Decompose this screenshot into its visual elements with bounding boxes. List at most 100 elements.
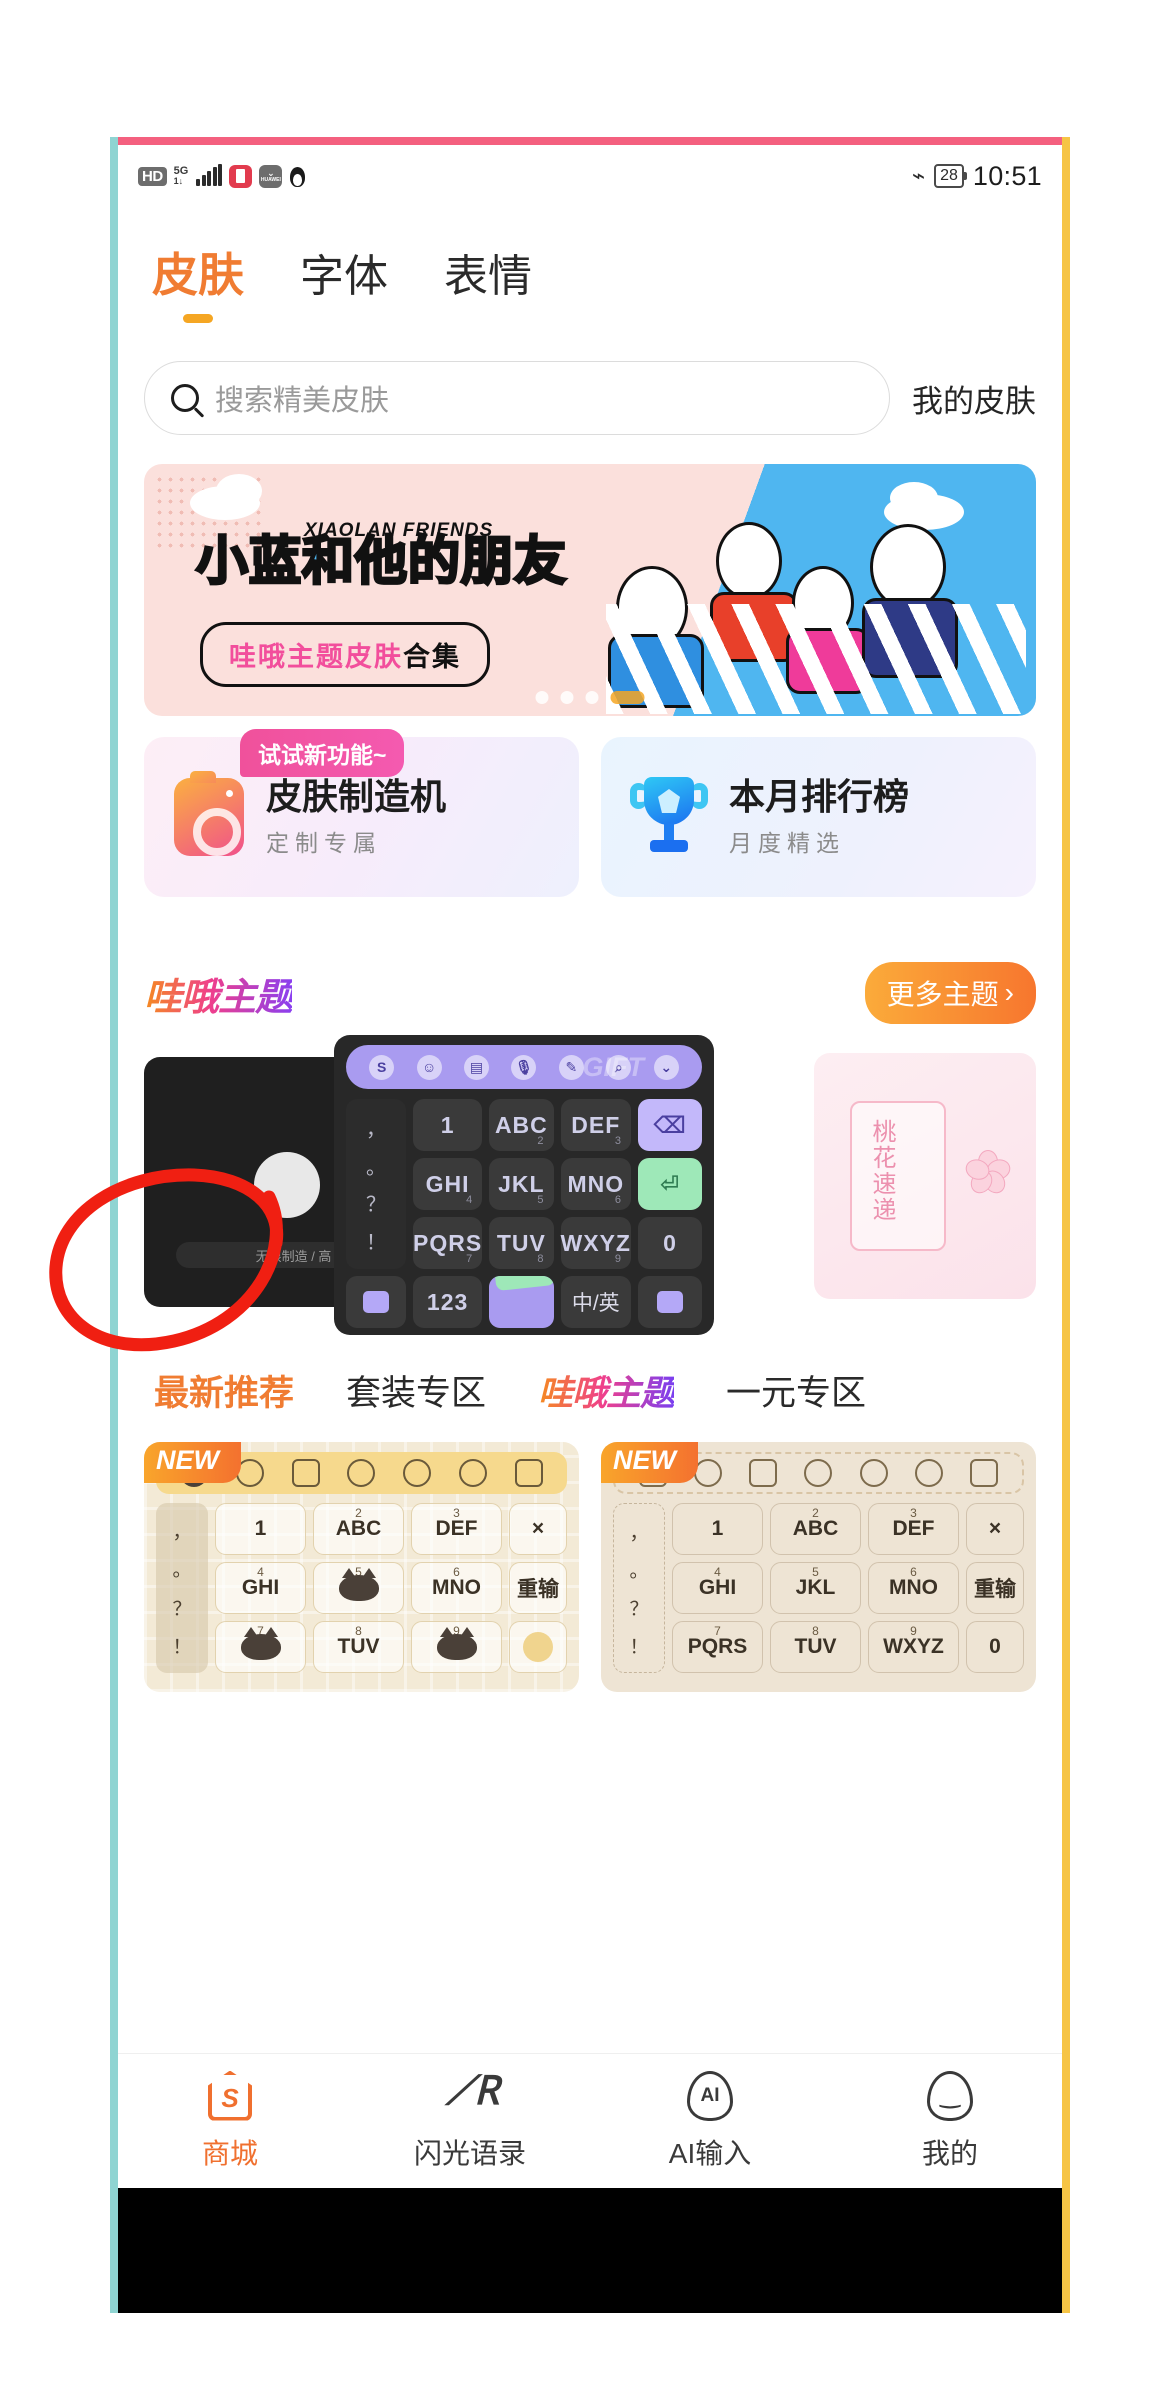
enter-icon[interactable]: ⏎ <box>638 1158 702 1210</box>
pen-icon[interactable]: ✎ <box>558 1054 584 1080</box>
key-abc: 2 ABC <box>313 1503 404 1555</box>
key-wxyz: 9 <box>411 1621 502 1673</box>
pen-icon <box>403 1459 432 1487</box>
punctuation-column: ，。 ？！ <box>156 1503 208 1673</box>
key-mno[interactable]: MNO 6 <box>560 1158 631 1210</box>
keyboard-icon <box>749 1459 778 1487</box>
chevron-down-icon <box>514 1459 543 1487</box>
key-def[interactable]: DEF 3 <box>560 1099 631 1151</box>
banner-characters <box>606 504 1026 714</box>
status-bar-left: HD 5G 1↓ ⌄ HUAWEI <box>138 164 306 188</box>
key-123[interactable]: 123 <box>413 1276 483 1328</box>
carousel-card-center[interactable]: S ☺ ▤ 🎙 ✎ ⌕ ⌄ GIFT ， 。 ？ ！ 1 ABC 2 DEF 3… <box>334 1035 714 1335</box>
backspace-key: × <box>966 1503 1024 1555</box>
punctuation-column[interactable]: ， 。 ？ ！ <box>346 1099 406 1269</box>
punct-key[interactable]: ！ <box>366 1226 386 1255</box>
huawei-app-icon: ⌄ HUAWEI <box>259 164 283 188</box>
tab-skins[interactable]: 皮肤 <box>152 239 244 305</box>
key-ghi[interactable]: GHI 4 <box>413 1158 483 1210</box>
system-navigation-area <box>110 2188 1070 2313</box>
top-tab-bar: 皮肤 字体 表情 <box>110 223 1070 321</box>
sakura-charm <box>850 1101 946 1251</box>
skin-maker-card[interactable]: 皮肤制造机 定制专属 试试新功能~ <box>144 729 579 897</box>
cattab-wowo[interactable]: 哇哦主题 <box>538 1365 675 1416</box>
zero-key: 0 <box>966 1621 1024 1673</box>
skin-maker-subtitle: 定制专属 <box>266 829 382 856</box>
key-abc[interactable]: ABC 2 <box>489 1099 554 1151</box>
more-themes-button[interactable]: 更多主题 › <box>864 962 1036 1024</box>
search-row: 搜索精美皮肤 我的皮肤 <box>110 352 1070 444</box>
key-tuv[interactable]: TUV 8 <box>489 1217 554 1269</box>
bluetooth-icon: ⌁ <box>911 163 926 188</box>
punct-key[interactable]: ？ <box>366 1188 386 1217</box>
key-tuv: 8 TUV <box>313 1621 404 1673</box>
nav-ai-label: AI输入 <box>668 2137 752 2169</box>
cattab-latest[interactable]: 最新推荐 <box>154 1365 294 1416</box>
skin-key-grid: ，。 ？！ 1 2 ABC 3 DEF × 4 GHI 5 6 MNO 重输 7 8 TU… <box>156 1503 567 1673</box>
pen-icon <box>859 1459 888 1487</box>
frame-accent-top <box>110 137 1070 145</box>
my-skins-link[interactable]: 我的皮肤 <box>912 376 1036 421</box>
sakura-flower-icon <box>963 1149 1013 1198</box>
nav-quotes[interactable]: ⟋𝈖 闪光语录 <box>350 2054 590 2188</box>
key-abc: 2 ABC <box>770 1503 861 1555</box>
keyboard-icon[interactable]: ▤ <box>464 1054 490 1080</box>
profile-shield-icon: ‿ <box>927 2070 973 2121</box>
search-icon <box>915 1459 944 1487</box>
nav-profile[interactable]: ‿ 我的 <box>830 2054 1070 2188</box>
skin-key-grid: ，。 ？！ 1 2 ABC 3 DEF × 4 GHI 5 JKL 6 MNO 重输 7P… <box>613 1503 1024 1673</box>
message-icon[interactable] <box>638 1276 702 1328</box>
key-def: 3 DEF <box>868 1503 959 1555</box>
new-feature-badge: 试试新功能~ <box>240 729 405 777</box>
carousel-card-right[interactable]: 桃花速递 <box>814 1053 1036 1299</box>
battery-indicator: 28 <box>934 164 967 188</box>
key-mno: 6 MNO <box>411 1562 502 1614</box>
punct-key[interactable]: ， <box>366 1113 386 1142</box>
backspace-icon[interactable]: ⌫ <box>638 1099 702 1151</box>
screenshot-root: HD 5G 1↓ ⌄ HUAWEI ⌁ 28 10:51 皮肤 字体 表情 搜索… <box>0 0 1154 2400</box>
key-1[interactable]: 1 <box>413 1099 483 1151</box>
signal-bars-icon <box>196 164 223 186</box>
nav-ai[interactable]: AI AI输入 <box>590 2054 830 2188</box>
punct-key[interactable]: 。 <box>366 1151 386 1180</box>
cattab-one-yuan[interactable]: 一元专区 <box>726 1365 866 1416</box>
banner-page-indicator[interactable] <box>535 691 645 704</box>
key-wxyz[interactable]: WXYZ 9 <box>560 1217 631 1269</box>
status-bar: HD 5G 1↓ ⌄ HUAWEI ⌁ 28 10:51 <box>110 145 1070 207</box>
search-input[interactable]: 搜索精美皮肤 <box>144 361 890 435</box>
banner-cloud-icon <box>216 474 262 508</box>
skin-maker-title: 皮肤制造机 <box>266 776 447 818</box>
status-clock: 10:51 <box>972 160 1042 191</box>
theme-carousel[interactable]: 无限制造 / 高 桃花速递 S ☺ ▤ 🎙 ✎ ⌕ ⌄ GIFT ， 。 ？ ！… <box>144 1035 1036 1335</box>
skin-card[interactable]: NEW ，。 ？！ 1 2 ABC 3 DE <box>601 1442 1036 1692</box>
key-pqrs: 7 <box>215 1621 306 1673</box>
tab-fonts[interactable]: 字体 <box>300 240 388 304</box>
skin-card[interactable]: NEW ，。 ？！ 1 2 ABC 3 DE <box>144 1442 579 1692</box>
chevron-right-icon: › <box>1004 977 1014 1008</box>
space-key[interactable] <box>489 1276 554 1328</box>
chevron-down-icon <box>970 1459 999 1487</box>
zero-key <box>509 1621 567 1673</box>
camera-icon <box>174 771 244 856</box>
emoji-icon <box>693 1459 722 1487</box>
network-type-icon: 5G 1↓ <box>173 164 189 187</box>
mic-icon <box>804 1459 833 1487</box>
book-app-icon <box>229 164 253 188</box>
logo-s-icon[interactable]: S <box>369 1054 395 1080</box>
promo-banner[interactable]: 小蓝和他的朋友 XIAOLAN FRIENDS 哇哦主题皮肤合集 <box>144 464 1036 716</box>
sticker-icon[interactable] <box>346 1276 406 1328</box>
monthly-ranking-card[interactable]: 本月排行榜 月度精选 <box>601 737 1036 897</box>
cattab-suits[interactable]: 套装专区 <box>346 1365 486 1416</box>
emoji-icon[interactable]: ☺ <box>416 1054 442 1080</box>
nav-store[interactable]: S 商城 <box>110 2054 350 2188</box>
keyboard-keys: ， 。 ？ ！ 1 ABC 2 DEF 3 ⌫ GHI 4 JKL 5 MNO 6 ⏎ P… <box>346 1099 702 1328</box>
key-pqrs[interactable]: PQRS 7 <box>413 1217 483 1269</box>
hd-icon: HD <box>138 166 167 186</box>
key-jkl[interactable]: JKL 5 <box>489 1158 554 1210</box>
language-toggle-key[interactable]: 中/英 <box>560 1276 631 1328</box>
tab-emoji[interactable]: 表情 <box>444 240 532 304</box>
mic-icon[interactable]: 🎙 <box>511 1054 537 1080</box>
search-placeholder: 搜索精美皮肤 <box>215 385 390 417</box>
settings-icon[interactable]: ⌄ <box>653 1054 679 1080</box>
key-0[interactable]: 0 <box>638 1217 702 1269</box>
